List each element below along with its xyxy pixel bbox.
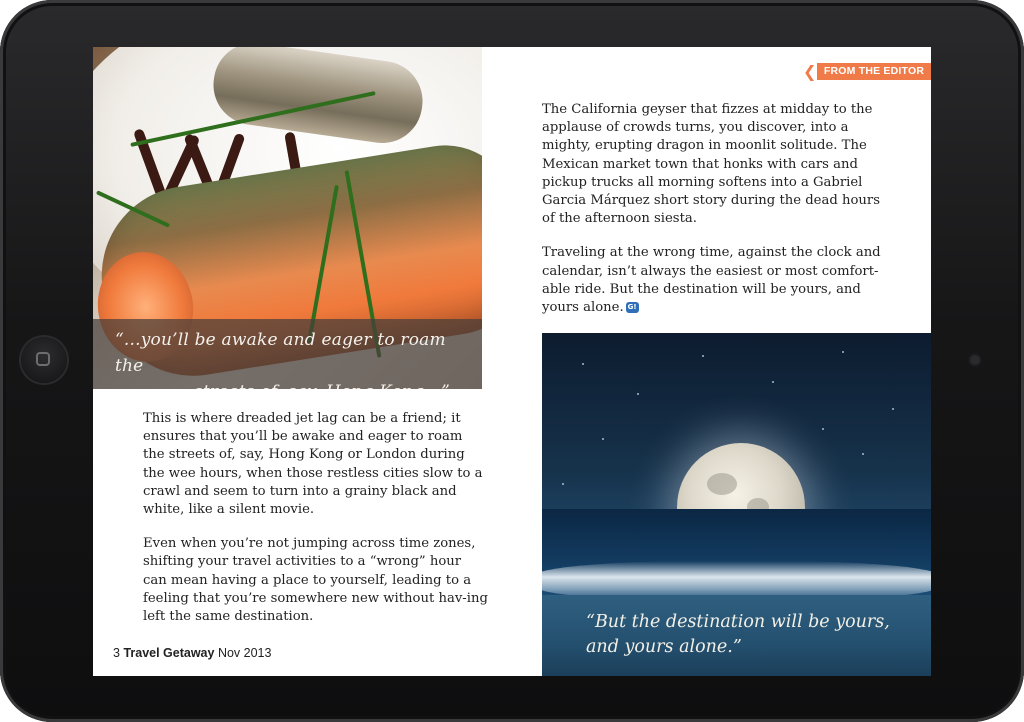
- article-paragraph: Even when you’re not jumping across time…: [143, 536, 488, 625]
- magazine-spread: “...you’ll be awake and eager to roam th…: [93, 47, 931, 676]
- article-paragraph: This is where dreaded jet lag can be a f…: [143, 411, 483, 518]
- moon-pull-quote: “But the destination will be yours, and …: [586, 612, 890, 657]
- home-button[interactable]: [21, 337, 67, 383]
- camera-icon: [970, 355, 980, 365]
- star: [602, 438, 604, 440]
- star: [637, 393, 639, 395]
- magazine-name: Travel Getaway: [123, 646, 215, 660]
- pull-quote-line1: “...you’ll be awake and eager to roam th…: [115, 330, 446, 376]
- page-footer: 3 Travel Getaway Nov 2013: [113, 646, 271, 660]
- star: [702, 355, 704, 357]
- article-paragraph-last: Traveling at the wrong time, against the…: [542, 244, 887, 317]
- star: [842, 351, 844, 353]
- chevron-left-icon: ❮: [803, 62, 817, 81]
- pull-quote: “...you’ll be awake and eager to roam th…: [115, 327, 450, 389]
- right-article-column: The California geyser that fizzes at mid…: [542, 101, 887, 333]
- pull-quote-bar: “...you’ll be awake and eager to roam th…: [93, 319, 482, 389]
- star: [562, 483, 564, 485]
- moonlit-sea-photo: “But the destination will be yours, and …: [542, 333, 931, 676]
- end-mark-badge: G!: [625, 302, 639, 314]
- tablet-device: “...you’ll be awake and eager to roam th…: [0, 0, 1024, 722]
- pull-quote-line2: streets of, say, Hong Kong...”: [115, 379, 450, 389]
- star: [582, 363, 584, 365]
- home-square-icon: [36, 352, 50, 366]
- star: [862, 453, 864, 455]
- issue-date: Nov 2013: [217, 646, 272, 660]
- article-paragraph: The California geyser that fizzes at mid…: [542, 102, 880, 227]
- moon-crater: [707, 473, 737, 495]
- star: [822, 428, 824, 430]
- star: [772, 381, 774, 383]
- spring-roll-photo: “...you’ll be awake and eager to roam th…: [93, 47, 482, 389]
- section-tag-label: FROM THE EDITOR: [817, 63, 931, 80]
- section-tag[interactable]: ❮ FROM THE EDITOR: [803, 63, 931, 80]
- left-article-column: This is where dreaded jet lag can be a f…: [143, 410, 488, 642]
- article-paragraph-text: Traveling at the wrong time, against the…: [542, 245, 881, 316]
- star: [892, 408, 894, 410]
- page-number: 3: [113, 646, 120, 660]
